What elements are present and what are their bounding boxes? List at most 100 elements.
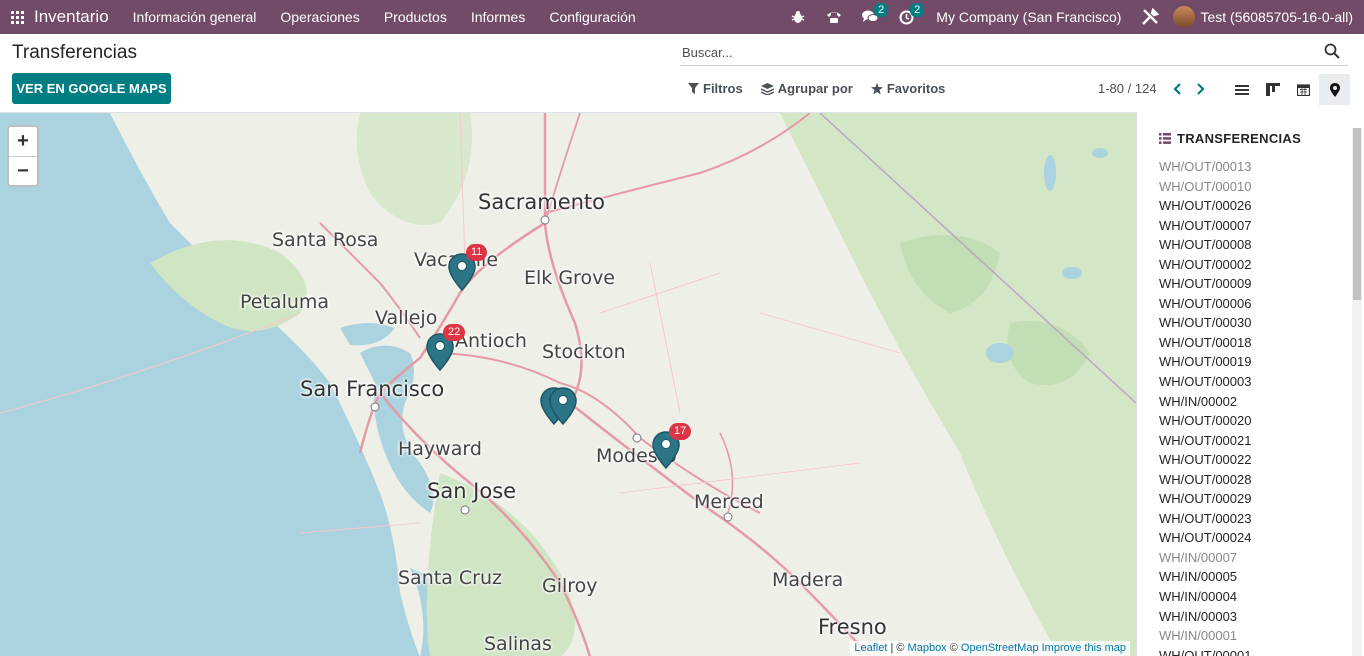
star-icon [870,82,883,94]
activities-badge: 2 [910,3,925,17]
menu-item-products[interactable]: Productos [372,9,459,25]
osm-link[interactable]: OpenStreetMap [961,642,1039,654]
menu-item-reports[interactable]: Informes [459,9,537,25]
menu-item-operations[interactable]: Operaciones [268,9,371,25]
pager-next-icon[interactable] [1191,82,1211,95]
search-icon[interactable] [1324,43,1340,59]
pager-previous-icon[interactable] [1167,82,1187,95]
page-title: Transferencias [12,42,137,63]
transfer-list-item[interactable]: WH/OUT/00020 [1159,411,1251,431]
city-label: San Francisco [300,377,445,401]
marker-count-badge: 22 [443,324,466,341]
transfer-list-item[interactable]: WH/OUT/00029 [1159,489,1251,509]
map-marker[interactable] [549,387,577,425]
transfer-list-item[interactable]: WH/OUT/00021 [1159,431,1251,451]
transfer-list-item[interactable]: WH/OUT/00028 [1159,470,1251,490]
top-navbar: Inventario Información general Operacion… [0,0,1364,34]
zoom-in-button[interactable]: + [9,127,37,156]
city-label: Fresno [818,615,887,639]
transfer-list-item[interactable]: WH/OUT/00023 [1159,509,1251,529]
city-label: Santa Rosa [272,229,379,251]
user-menu[interactable]: Test (56085705-16-0-all) [1200,9,1364,25]
transfer-list-item[interactable]: WH/OUT/00024 [1159,528,1251,548]
improve-map-link[interactable]: Improve this map [1042,642,1126,654]
transfer-list-item[interactable]: WH/OUT/00006 [1159,294,1251,314]
zoom-control: + − [7,125,39,187]
kanban-view-icon[interactable] [1257,74,1288,105]
transfer-list-item[interactable]: WH/OUT/00001 [1159,646,1251,656]
search-options: Filtros Agrupar por Favoritos [688,81,963,96]
transfer-list-item[interactable]: WH/IN/00004 [1159,587,1251,607]
search-input[interactable] [682,42,1282,62]
city-label: Madera [772,569,844,591]
favorites-button[interactable]: Favoritos [870,81,946,96]
transfer-list-item[interactable]: WH/IN/00002 [1159,392,1251,412]
transfer-list-item[interactable]: WH/IN/00007 [1159,548,1251,568]
transfer-list-item[interactable]: WH/OUT/00013 [1159,157,1251,177]
transfer-list-item[interactable]: WH/OUT/00022 [1159,450,1251,470]
city-label: Merced [694,491,764,513]
transfer-list-item[interactable]: WH/OUT/00026 [1159,196,1251,216]
apps-menu-icon[interactable] [0,0,34,34]
scrollbar-thumb[interactable] [1353,128,1361,300]
transfer-list-item[interactable]: WH/OUT/00010 [1159,177,1251,197]
city-label: Salinas [484,633,552,655]
calendar-view-icon[interactable] [1288,74,1319,105]
menu-item-configuration[interactable]: Configuración [537,9,647,25]
company-switcher[interactable]: My Company (San Francisco) [924,9,1133,25]
user-avatar[interactable] [1173,6,1196,28]
map-attribution: Leaflet | © Mapbox © OpenStreetMap Impro… [850,641,1130,656]
bug-icon[interactable] [780,0,816,34]
filters-button[interactable]: Filtros [688,81,743,96]
pager-value[interactable]: 1-80 / 124 [1098,81,1157,96]
city-label: Santa Cruz [398,567,502,589]
pager: 1-80 / 124 [1098,81,1211,96]
city-label: Vallejo [375,307,438,329]
transfer-list-item[interactable]: WH/OUT/00003 [1159,372,1251,392]
transfer-list-item[interactable]: WH/OUT/00018 [1159,333,1251,353]
transfer-list-item[interactable]: WH/IN/00003 [1159,607,1251,627]
mapbox-link[interactable]: Mapbox [908,642,947,654]
filters-label: Filtros [703,81,743,96]
app-brand[interactable]: Inventario [34,7,109,27]
map-canvas[interactable]: Sacramento Santa Rosa Vacaville Elk Grov… [0,112,1136,656]
transfer-list: WH/OUT/00013 WH/OUT/00010 WH/OUT/00026 WH/O… [1159,157,1251,656]
phone-icon[interactable] [816,0,852,34]
transfer-list-item[interactable]: WH/OUT/00030 [1159,313,1251,333]
list-view-icon[interactable] [1226,74,1257,105]
transfer-list-item[interactable]: WH/OUT/00009 [1159,274,1251,294]
layers-icon [760,82,774,95]
tools-icon[interactable] [1133,0,1167,34]
city-label: San Jose [427,479,517,503]
side-panel-title-text: TRANSFERENCIAS [1177,131,1302,146]
leaflet-link[interactable]: Leaflet [854,642,887,654]
transfer-list-item[interactable]: WH/OUT/00007 [1159,216,1251,236]
city-label: Petaluma [240,291,330,313]
transfer-list-item[interactable]: WH/IN/00001 [1159,626,1251,646]
zoom-out-button[interactable]: − [9,156,37,185]
transfer-list-item[interactable]: WH/OUT/00002 [1159,255,1251,275]
side-panel-scrollbar[interactable] [1352,128,1362,656]
favorites-label: Favoritos [886,81,946,96]
marker-count-badge: 17 [669,423,692,440]
records-side-panel: TRANSFERENCIAS WH/OUT/00013 WH/OUT/00010 W… [1136,112,1364,656]
transfer-list-item[interactable]: WH/IN/00005 [1159,567,1251,587]
search-bar [680,38,1348,66]
transfer-list-item[interactable]: WH/OUT/00019 [1159,352,1251,372]
city-label: Antioch [455,330,527,352]
group-by-button[interactable]: Agrupar por [760,81,853,96]
list-icon [1159,133,1171,144]
messages-icon[interactable]: 2 [852,0,889,34]
filter-icon [688,83,699,94]
side-panel-title: TRANSFERENCIAS [1159,131,1301,146]
messages-badge: 2 [874,3,889,17]
city-label: Stockton [542,341,626,363]
transfer-list-item[interactable]: WH/OUT/00008 [1159,235,1251,255]
map-view-icon[interactable] [1319,74,1350,105]
group-by-label: Agrupar por [777,81,853,96]
city-label: Sacramento [478,190,606,214]
menu-item-general[interactable]: Información general [121,9,269,25]
activities-icon[interactable]: 2 [888,0,925,34]
attribution-separator: © [946,642,961,654]
google-maps-button[interactable]: VER EN GOOGLE MAPS [12,73,171,104]
